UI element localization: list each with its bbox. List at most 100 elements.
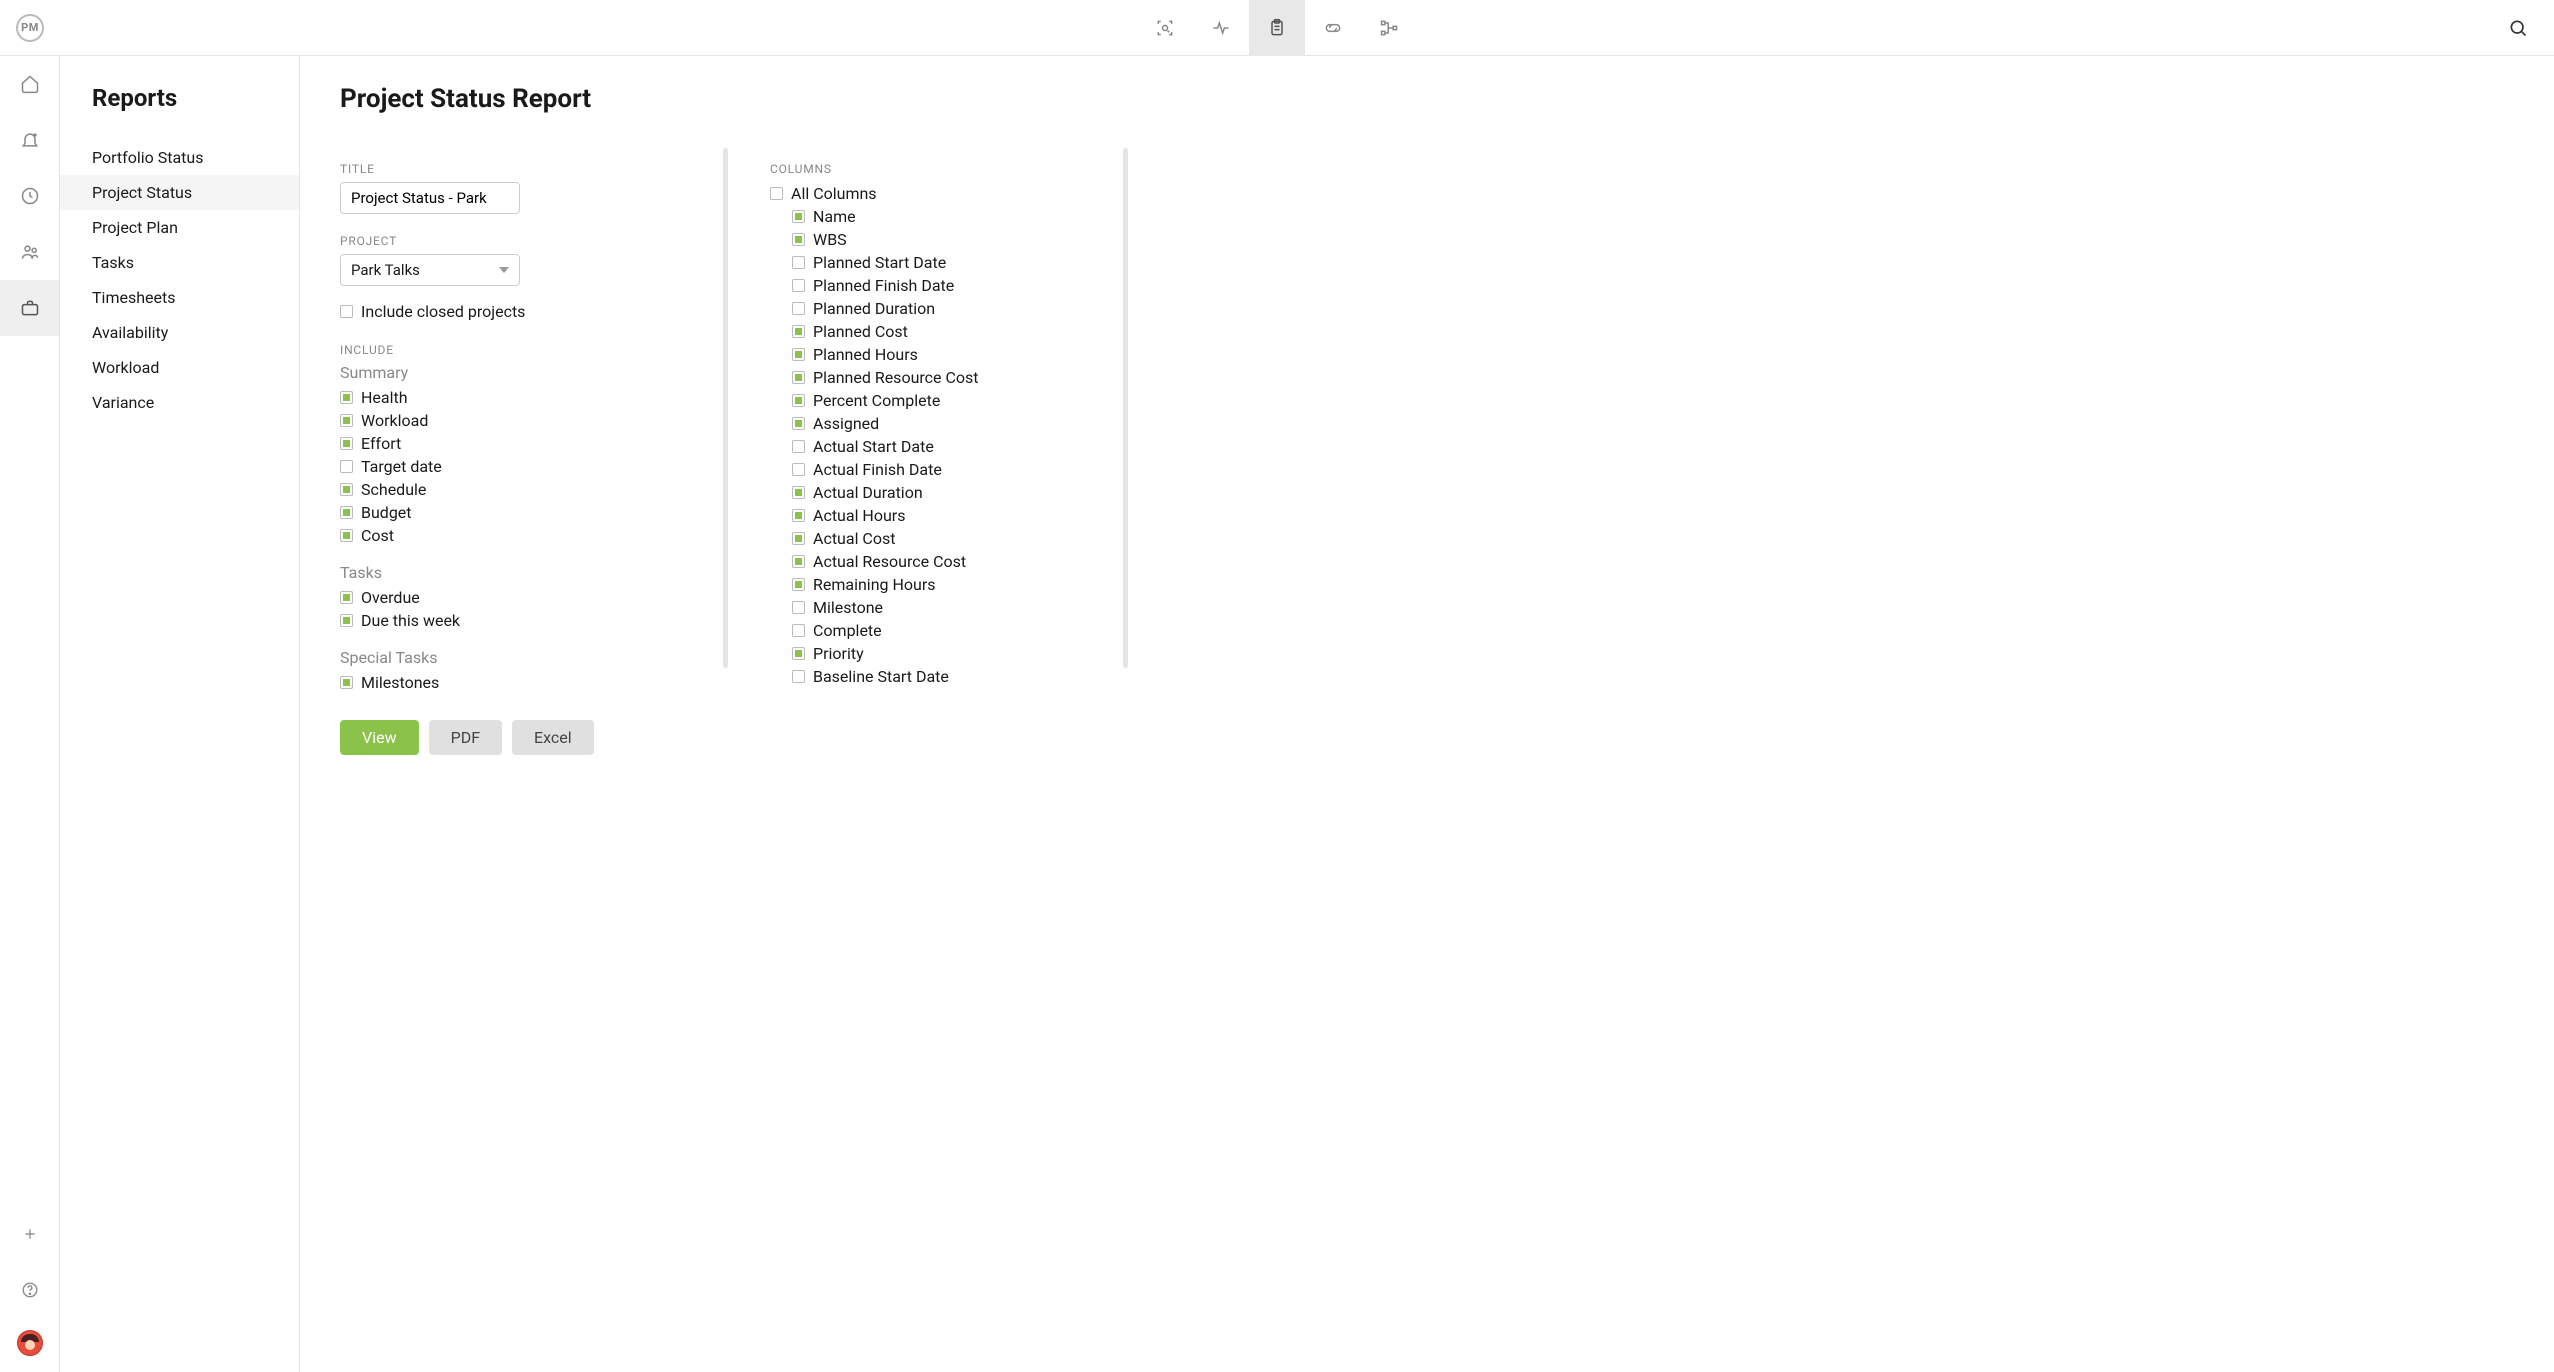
- excel-button[interactable]: Excel: [512, 720, 594, 755]
- all-columns-checkbox[interactable]: All Columns: [770, 182, 1110, 205]
- checkbox[interactable]: [340, 614, 353, 627]
- checkbox[interactable]: [792, 348, 805, 361]
- checkbox-row[interactable]: Baseline Start Date: [770, 665, 1110, 688]
- checkbox[interactable]: [792, 440, 805, 453]
- checkbox[interactable]: [340, 483, 353, 496]
- briefcase-icon[interactable]: [0, 280, 59, 336]
- checkbox-row[interactable]: Planned Finish Date: [770, 274, 1110, 297]
- sidebar-item[interactable]: Project Status: [60, 175, 299, 210]
- checkbox[interactable]: [340, 437, 353, 450]
- checkbox-row[interactable]: Milestones: [340, 671, 710, 694]
- avatar[interactable]: [17, 1330, 43, 1356]
- checkbox[interactable]: [340, 676, 353, 689]
- checkbox[interactable]: [340, 506, 353, 519]
- scrollbar[interactable]: [723, 148, 728, 668]
- checkbox[interactable]: [792, 647, 805, 660]
- checkbox[interactable]: [792, 532, 805, 545]
- sidebar-item[interactable]: Timesheets: [60, 280, 299, 315]
- checkbox-row[interactable]: Due this week: [340, 609, 710, 632]
- checkbox-row[interactable]: Schedule: [340, 478, 710, 501]
- checkbox-row[interactable]: Overdue: [340, 586, 710, 609]
- checkbox[interactable]: [792, 463, 805, 476]
- checkbox[interactable]: [792, 325, 805, 338]
- link-icon[interactable]: [1305, 0, 1361, 56]
- checkbox-row[interactable]: Planned Duration: [770, 297, 1110, 320]
- checkbox-row[interactable]: Target date: [340, 455, 710, 478]
- checkbox[interactable]: [792, 233, 805, 246]
- checkbox[interactable]: [792, 486, 805, 499]
- checkbox-row[interactable]: Milestone: [770, 596, 1110, 619]
- checkbox[interactable]: [340, 529, 353, 542]
- checkbox-row[interactable]: Percent Complete: [770, 389, 1110, 412]
- checkbox[interactable]: [792, 624, 805, 637]
- label-special-tasks: Special Tasks: [340, 648, 710, 667]
- sidebar-item[interactable]: Project Plan: [60, 210, 299, 245]
- checkbox-row[interactable]: Remaining Hours: [770, 573, 1110, 596]
- checkbox-label: Priority: [813, 644, 864, 663]
- project-select[interactable]: Park Talks: [340, 254, 520, 286]
- sidebar-item[interactable]: Portfolio Status: [60, 140, 299, 175]
- sidebar-item[interactable]: Variance: [60, 385, 299, 420]
- checkbox-row[interactable]: Actual Hours: [770, 504, 1110, 527]
- scan-icon[interactable]: [1137, 0, 1193, 56]
- checkbox-row[interactable]: Planned Start Date: [770, 251, 1110, 274]
- activity-icon[interactable]: [1193, 0, 1249, 56]
- home-icon[interactable]: [0, 56, 59, 112]
- checkbox-row[interactable]: Effort: [340, 432, 710, 455]
- checkbox[interactable]: [340, 591, 353, 604]
- checkbox[interactable]: [792, 302, 805, 315]
- checkbox-row[interactable]: Actual Resource Cost: [770, 550, 1110, 573]
- checkbox-row[interactable]: WBS: [770, 228, 1110, 251]
- checkbox[interactable]: [792, 578, 805, 591]
- search-icon[interactable]: [2498, 8, 2538, 48]
- checkbox-row[interactable]: Actual Duration: [770, 481, 1110, 504]
- flow-icon[interactable]: [1361, 0, 1417, 56]
- checkbox-row[interactable]: Complete: [770, 619, 1110, 642]
- checkbox[interactable]: [792, 670, 805, 683]
- logo[interactable]: PM: [0, 14, 60, 42]
- topbar-tabs: [1137, 0, 1417, 56]
- pdf-button[interactable]: PDF: [429, 720, 502, 755]
- chevron-down-icon: [499, 267, 509, 273]
- checkbox[interactable]: [792, 509, 805, 522]
- include-closed-checkbox[interactable]: Include closed projects: [340, 300, 710, 323]
- checkbox-row[interactable]: Name: [770, 205, 1110, 228]
- plus-icon[interactable]: [0, 1206, 59, 1262]
- checkbox[interactable]: [340, 391, 353, 404]
- sidebar-item[interactable]: Tasks: [60, 245, 299, 280]
- sidebar-item[interactable]: Availability: [60, 315, 299, 350]
- checkbox[interactable]: [792, 555, 805, 568]
- checkbox-row[interactable]: Cost: [340, 524, 710, 547]
- checkbox-row[interactable]: Workload: [340, 409, 710, 432]
- clipboard-icon[interactable]: [1249, 0, 1305, 56]
- checkbox-row[interactable]: Planned Resource Cost: [770, 366, 1110, 389]
- checkbox-row[interactable]: Actual Finish Date: [770, 458, 1110, 481]
- checkbox-row[interactable]: Health: [340, 386, 710, 409]
- title-input[interactable]: [340, 182, 520, 214]
- checkbox-label: Due this week: [361, 611, 460, 630]
- checkbox-label: Remaining Hours: [813, 575, 936, 594]
- help-icon[interactable]: [0, 1262, 59, 1318]
- checkbox[interactable]: [792, 279, 805, 292]
- people-icon[interactable]: [0, 224, 59, 280]
- checkbox-row[interactable]: Actual Start Date: [770, 435, 1110, 458]
- checkbox-row[interactable]: Assigned: [770, 412, 1110, 435]
- checkbox[interactable]: [792, 256, 805, 269]
- checkbox-row[interactable]: Priority: [770, 642, 1110, 665]
- view-button[interactable]: View: [340, 720, 419, 755]
- checkbox[interactable]: [792, 601, 805, 614]
- checkbox-row[interactable]: Budget: [340, 501, 710, 524]
- sidebar-item[interactable]: Workload: [60, 350, 299, 385]
- checkbox-row[interactable]: Planned Cost: [770, 320, 1110, 343]
- bell-icon[interactable]: [0, 112, 59, 168]
- checkbox[interactable]: [792, 371, 805, 384]
- clock-icon[interactable]: [0, 168, 59, 224]
- checkbox-row[interactable]: Planned Hours: [770, 343, 1110, 366]
- checkbox[interactable]: [792, 394, 805, 407]
- checkbox[interactable]: [340, 414, 353, 427]
- checkbox-row[interactable]: Actual Cost: [770, 527, 1110, 550]
- checkbox[interactable]: [792, 417, 805, 430]
- checkbox[interactable]: [340, 460, 353, 473]
- checkbox[interactable]: [792, 210, 805, 223]
- scrollbar[interactable]: [1123, 148, 1128, 668]
